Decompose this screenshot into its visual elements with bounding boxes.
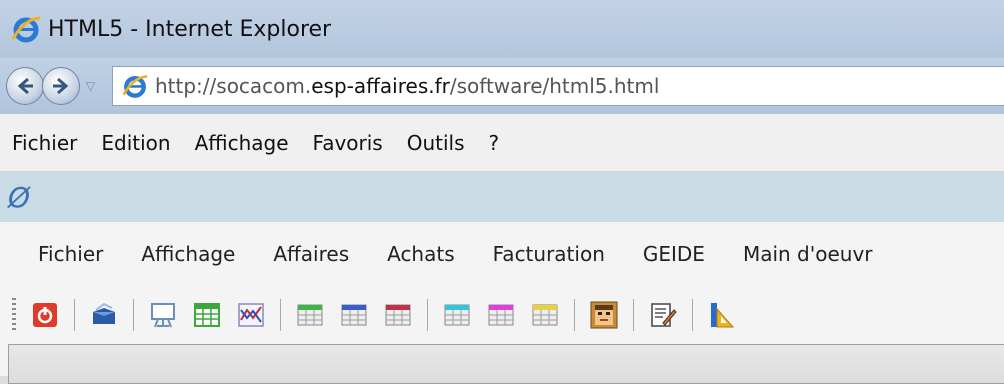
menu-outils[interactable]: Outils (407, 131, 465, 155)
url-domain: esp-affaires.fr (311, 74, 450, 98)
toolbar-separator (133, 299, 134, 331)
back-button[interactable] (6, 67, 44, 105)
title-bar: HTML5 - Internet Explorer (0, 0, 1004, 58)
app-menu-affaires[interactable]: Affaires (273, 242, 349, 266)
grid-magenta-icon (488, 304, 514, 326)
edit-note-icon (651, 303, 677, 327)
open-button[interactable] (89, 300, 119, 330)
grid-green-icon (297, 304, 323, 326)
app-menu-fichier[interactable]: Fichier (38, 242, 103, 266)
design-ruler-icon (711, 303, 735, 328)
grid-blue-icon (341, 304, 367, 326)
url-text: http://socacom.esp-affaires.fr/software/… (155, 74, 659, 98)
toolbar-separator (692, 299, 693, 331)
toolbar-separator (74, 299, 75, 331)
menu-help[interactable]: ? (489, 131, 500, 155)
content-panel (8, 344, 1004, 384)
open-box-icon (93, 302, 115, 324)
edit-note-button[interactable] (648, 300, 678, 330)
app-menu-main-doeuvre[interactable]: Main d'oeuvr (743, 242, 873, 266)
grid-magenta-button[interactable] (486, 300, 516, 330)
chevron-down-icon: ▽ (86, 79, 96, 93)
chart-icon (238, 303, 264, 327)
app-menu-bar: Fichier Affichage Affaires Achats Factur… (0, 222, 1004, 286)
favorites-bar: Ø (0, 172, 1004, 222)
menu-edition[interactable]: Edition (101, 131, 170, 155)
app-toolbar (0, 288, 1004, 342)
grid-yellow-icon (532, 304, 558, 326)
back-arrow-icon (17, 77, 33, 95)
history-dropdown-button[interactable]: ▽ (86, 79, 104, 93)
grid-blue-button[interactable] (339, 300, 369, 330)
url-prefix: http://socacom. (155, 74, 312, 98)
grid-yellow-button[interactable] (530, 300, 560, 330)
menu-favoris[interactable]: Favoris (313, 131, 383, 155)
design-button[interactable] (707, 300, 737, 330)
user-button[interactable] (589, 300, 619, 330)
spreadsheet-button[interactable] (192, 300, 222, 330)
user-face-icon (590, 301, 618, 329)
app-menu-facturation[interactable]: Facturation (493, 242, 605, 266)
grid-red-button[interactable] (383, 300, 413, 330)
app-menu-affichage[interactable]: Affichage (141, 242, 235, 266)
address-field[interactable]: http://socacom.esp-affaires.fr/software/… (112, 66, 1004, 106)
toolbar-grip[interactable] (12, 298, 16, 332)
toolbar-separator (574, 299, 575, 331)
power-button[interactable] (30, 300, 60, 330)
power-icon (33, 303, 57, 327)
page-favicon-icon (122, 75, 148, 98)
toolbar-separator (280, 299, 281, 331)
chart-button[interactable] (236, 300, 266, 330)
app-menu-geide[interactable]: GEIDE (643, 242, 705, 266)
grid-red-icon (385, 304, 411, 326)
app-menu-achats[interactable]: Achats (387, 242, 455, 266)
grid-cyan-button[interactable] (442, 300, 472, 330)
presentation-icon (151, 303, 175, 328)
menu-affichage[interactable]: Affichage (195, 131, 289, 155)
toolbar-separator (427, 299, 428, 331)
menu-fichier[interactable]: Fichier (12, 131, 77, 155)
window-title: HTML5 - Internet Explorer (48, 16, 332, 42)
grid-green-button[interactable] (295, 300, 325, 330)
internet-explorer-icon (11, 16, 41, 43)
url-path: /software/html5.html (449, 74, 660, 98)
toolbar-separator (633, 299, 634, 331)
presentation-button[interactable] (148, 300, 178, 330)
forward-arrow-icon (53, 77, 69, 95)
navigation-bar: ▽ http://socacom.esp-affaires.fr/softwar… (0, 58, 1004, 114)
grid-cyan-icon (444, 304, 470, 326)
spreadsheet-green-icon (194, 303, 220, 327)
page-content: Fichier Affichage Affaires Achats Factur… (0, 222, 1004, 384)
browser-menu-bar: Fichier Edition Affichage Favoris Outils… (0, 114, 1004, 172)
null-symbol-icon[interactable]: Ø (8, 181, 30, 214)
forward-button[interactable] (42, 67, 80, 105)
